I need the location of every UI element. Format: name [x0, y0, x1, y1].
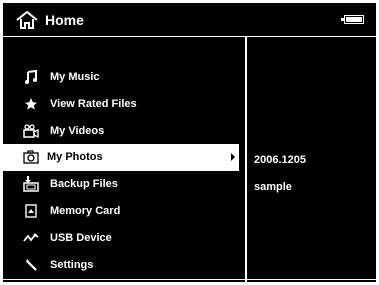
- battery-icon: [341, 15, 364, 24]
- pane-divider: [245, 37, 247, 282]
- camera-icon: [23, 150, 39, 165]
- usb-icon: [23, 231, 39, 245]
- header-bar: Home: [3, 3, 376, 37]
- video-camera-icon: [23, 123, 39, 138]
- page-title: Home: [45, 12, 84, 28]
- battery-level: [346, 17, 362, 22]
- wrench-icon: [23, 258, 39, 272]
- home-icon[interactable]: [15, 9, 39, 31]
- menu-item-label: Settings: [50, 258, 94, 271]
- menu-item-settings[interactable]: Settings: [3, 252, 245, 279]
- menu-item-usb-device[interactable]: USB Device: [3, 225, 245, 252]
- music-note-icon: [23, 70, 39, 84]
- menu-item-label: Memory Card: [50, 204, 121, 217]
- menu-item-memory-card[interactable]: Memory Card: [3, 198, 245, 225]
- menu-item-label: My Music: [50, 71, 100, 83]
- menu-item-view-rated-files[interactable]: View Rated Files: [3, 91, 245, 118]
- star-icon: [23, 97, 39, 111]
- menu-item-my-videos[interactable]: My Videos: [3, 118, 245, 145]
- menu-item-my-music[interactable]: My Music: [3, 64, 245, 91]
- menu-item-label: USB Device: [50, 231, 112, 244]
- backup-icon: [23, 176, 39, 192]
- menu-item-label: View Rated Files: [50, 97, 137, 110]
- menu-item-backup-files[interactable]: Backup Files: [3, 171, 245, 198]
- chevron-right-icon: [231, 153, 235, 162]
- photo-date: 2006.1205: [254, 154, 306, 166]
- menu-item-label: Backup Files: [50, 178, 118, 191]
- device-screen: Home My Music View Rated Files My Videos…: [3, 3, 376, 282]
- memory-card-icon: [23, 204, 39, 218]
- bottom-divider: [3, 279, 376, 280]
- menu-item-label: My Videos: [50, 124, 105, 137]
- home-menu: My Music View Rated Files My Videos My P…: [3, 64, 245, 278]
- menu-item-my-photos[interactable]: My Photos: [3, 144, 239, 172]
- menu-item-label: My Photos: [47, 151, 103, 164]
- photo-album-name: sample: [254, 181, 292, 193]
